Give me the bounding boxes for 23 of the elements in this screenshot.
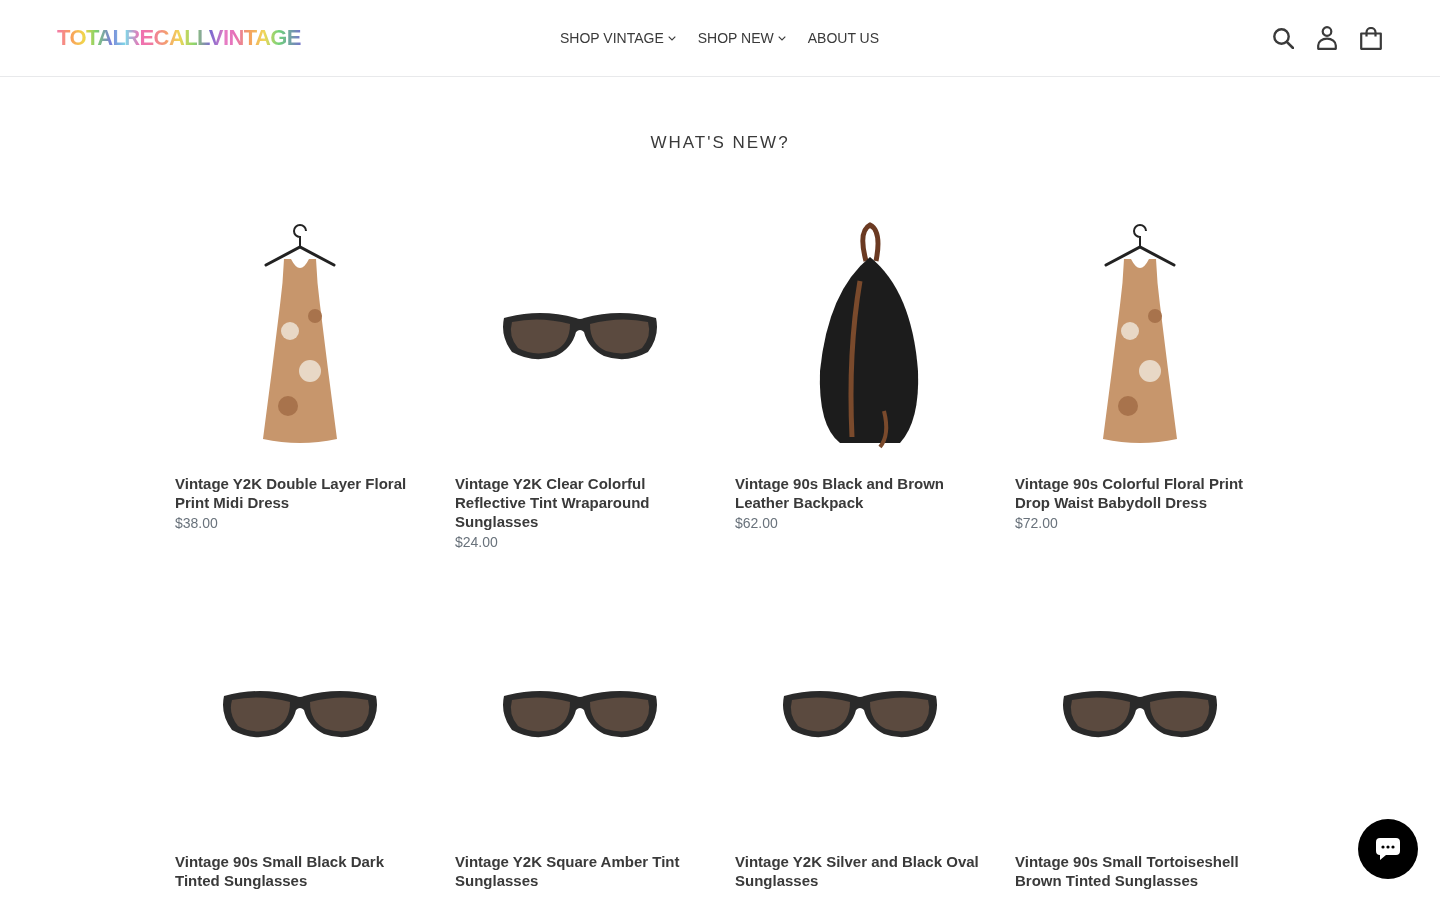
product-price: $72.00 <box>1015 514 1058 533</box>
account-icon[interactable] <box>1317 26 1337 50</box>
shopping-bag-icon[interactable] <box>1360 26 1382 50</box>
caret-icon <box>777 35 786 41</box>
product-title[interactable]: Vintage Y2K Silver and Black Oval Sunglasses <box>735 852 985 890</box>
product-price: $62.00 <box>735 514 778 533</box>
search-icon[interactable] <box>1273 27 1294 49</box>
product-title[interactable]: Vintage Y2K Clear Colorful Reflective Tint Wraparound Sunglasses <box>455 474 705 531</box>
product-price: $38.00 <box>175 514 218 533</box>
nav-link[interactable]: SHOP NEW <box>697 30 786 46</box>
caret-icon <box>667 35 676 41</box>
product-title[interactable]: Vintage 90s Colorful Floral Print Drop Waist Babydoll Dress <box>1015 474 1265 512</box>
product-title[interactable]: Vintage 90s Small Tortoiseshell Brown Tinted Sunglasses <box>1015 852 1265 890</box>
product-title[interactable]: Vintage 90s Black and Brown Leather Backpack <box>735 474 985 512</box>
product-title[interactable]: Vintage Y2K Square Amber Tint Sunglasses <box>455 852 705 890</box>
chat-icon <box>1375 837 1401 861</box>
product-title[interactable]: Vintage 90s Small Black Dark Tinted Sunglasses <box>175 852 425 890</box>
chat-button[interactable] <box>1358 819 1418 879</box>
nav-link[interactable]: SHOP VINTAGE <box>560 30 676 46</box>
product-title[interactable]: Vintage Y2K Double Layer Floral Print Midi Dress <box>175 474 425 512</box>
nav-link[interactable]: ABOUT US <box>807 30 879 46</box>
section-title: WHAT'S NEW? <box>649 132 791 154</box>
product-price: $24.00 <box>455 533 498 552</box>
